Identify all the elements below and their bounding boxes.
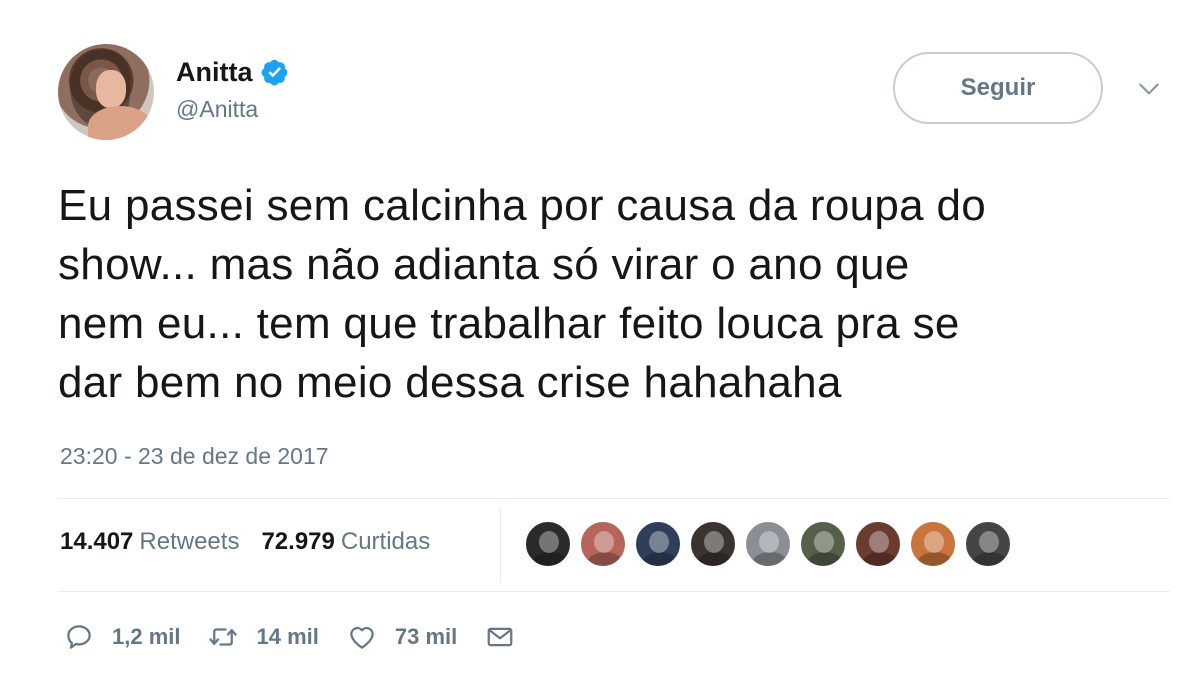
tweet-text: Eu passei sem calcinha por causa da roup… (58, 176, 1178, 412)
likes-label[interactable]: Curtidas (341, 528, 430, 556)
liker-avatar[interactable] (744, 520, 792, 568)
tweet-line: nem eu... tem que trabalhar feito louca … (58, 299, 960, 348)
divider (58, 591, 1170, 592)
liker-avatar[interactable] (854, 520, 902, 568)
retweets-count[interactable]: 14.407 (60, 528, 133, 556)
like-button[interactable]: 73 mil (347, 622, 457, 652)
tweet-line: show... mas não adianta só virar o ano q… (58, 240, 910, 289)
liker-avatar[interactable] (634, 520, 682, 568)
likers-avatar-row (524, 520, 1019, 568)
user-name-block: Anitta @Anitta (176, 54, 289, 123)
direct-message-button[interactable] (485, 622, 515, 652)
retweet-button[interactable]: 14 mil (208, 622, 319, 652)
retweet-count: 14 mil (256, 624, 319, 649)
liker-avatar[interactable] (964, 520, 1012, 568)
liker-avatar[interactable] (799, 520, 847, 568)
tweet-header: Anitta @Anitta Seguir (58, 44, 1178, 144)
heart-icon (350, 626, 374, 649)
liker-avatar[interactable] (909, 520, 957, 568)
reply-count: 1,2 mil (112, 624, 181, 649)
envelope-icon (487, 627, 513, 647)
follow-button[interactable]: Seguir (893, 52, 1103, 124)
user-avatar[interactable] (58, 44, 154, 140)
retweet-icon (209, 628, 238, 646)
tweet-actions: 1,2 mil 14 mil 73 mil (64, 622, 543, 652)
tweet-line: dar bem no meio dessa crise hahahaha (58, 358, 842, 407)
user-handle[interactable]: @Anitta (176, 96, 289, 123)
tweet-timestamp[interactable]: 23:20 - 23 de dez de 2017 (60, 443, 329, 470)
like-count: 73 mil (394, 624, 458, 649)
liker-avatar[interactable] (524, 520, 572, 568)
tweet-line: Eu passei sem calcinha por causa da roup… (58, 181, 986, 230)
verified-badge-icon (261, 58, 289, 86)
likes-count[interactable]: 72.979 (261, 528, 334, 556)
display-name[interactable]: Anitta (176, 57, 253, 88)
stats-separator (500, 508, 501, 582)
reply-icon (67, 625, 91, 649)
chevron-down-icon[interactable] (1136, 76, 1162, 102)
liker-avatar[interactable] (689, 520, 737, 568)
tweet-stats: 14.407 Retweets 72.979 Curtidas (60, 528, 430, 556)
reply-button[interactable]: 1,2 mil (64, 622, 180, 652)
retweets-label[interactable]: Retweets (139, 528, 239, 556)
divider (58, 498, 1170, 499)
liker-avatar[interactable] (579, 520, 627, 568)
